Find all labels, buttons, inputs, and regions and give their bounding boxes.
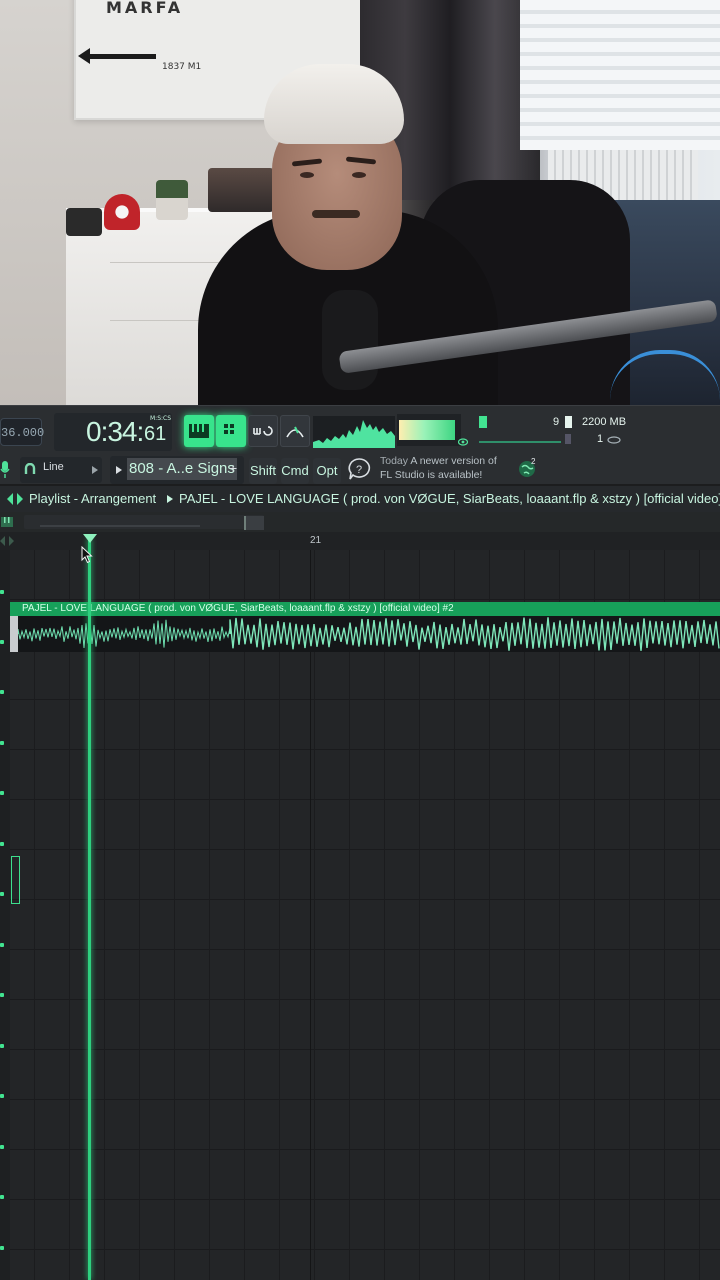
track-marker[interactable] (0, 993, 4, 997)
track-marker[interactable] (0, 842, 4, 846)
overview-line (40, 525, 200, 527)
opt-button[interactable]: Opt (313, 458, 341, 484)
news-day: Today (380, 455, 409, 467)
poster-small-text: 1837 M1 (162, 62, 202, 72)
playlist-titlebar[interactable]: Playlist - Arrangement PAJEL - LOVE LANG… (0, 486, 720, 512)
playhead-marker-icon[interactable] (83, 534, 97, 543)
meter-fill (399, 420, 455, 440)
playlist-grid[interactable] (0, 550, 720, 1280)
add-pattern-button[interactable]: + (229, 460, 237, 476)
polyphony-indicator (565, 434, 571, 444)
person-cap (264, 64, 404, 144)
track-marker[interactable] (0, 1145, 4, 1149)
transport-toolbar: 36.000 0:34: 61 M:S:CS 9 2200 MB 1 (0, 405, 720, 455)
memory-indicator (565, 416, 572, 428)
project-name: PAJEL - LOVE LANGUAGE ( prod. von VØGUE,… (179, 491, 720, 506)
track-marker[interactable] (0, 892, 4, 896)
polyphony-value: 1 (597, 433, 604, 445)
track-marker[interactable] (0, 1044, 4, 1048)
svg-text:?: ? (356, 464, 362, 476)
piano-keyboard-icon (189, 424, 209, 438)
loop-icon (253, 426, 273, 436)
metronome-icon (286, 426, 304, 438)
cmd-button[interactable]: Cmd (281, 458, 309, 484)
chevron-right-icon (92, 466, 98, 474)
tempo-display[interactable]: 36.000 (0, 418, 44, 446)
hint-bubble-icon[interactable]: ? (347, 457, 371, 481)
time-centiseconds: 61 (144, 423, 167, 445)
webcam-feed: MARFA 1837 M1 (0, 0, 720, 405)
metronome-button[interactable] (280, 415, 310, 447)
loop-record-button[interactable] (248, 415, 278, 447)
track-marker[interactable] (0, 690, 4, 694)
track-marker[interactable] (0, 1195, 4, 1199)
cpu-bar (479, 416, 487, 428)
timeline-ruler[interactable]: 21 (0, 532, 720, 550)
time-main: 0:34: (86, 416, 144, 447)
microphone (322, 290, 378, 390)
clip-waveform (18, 617, 720, 651)
audio-clip[interactable]: PAJEL - LOVE LANGUAGE ( prod. von VØGUE,… (10, 602, 720, 652)
step-grid-icon (224, 424, 234, 434)
track-marker[interactable] (0, 640, 4, 644)
news-panel[interactable]: Today A newer version of FL Studio is av… (380, 454, 510, 482)
track-marker[interactable] (0, 1246, 4, 1250)
selection-marker[interactable] (11, 856, 20, 904)
timeline-bar-number: 21 (310, 535, 322, 546)
bar-line (310, 550, 311, 1280)
track-marker[interactable] (0, 943, 4, 947)
oscilloscope (313, 416, 395, 448)
step-edit-button[interactable] (216, 415, 246, 447)
mushroom-figure (104, 194, 140, 230)
time-format-tag: M:S:CS (150, 415, 172, 422)
shelf-items (208, 168, 274, 212)
cpu-panel: 9 2200 MB 1 (479, 414, 629, 450)
typing-keyboard-button[interactable] (184, 415, 214, 447)
playlist-arrows-icon (7, 493, 23, 505)
clip-header[interactable]: PAJEL - LOVE LANGUAGE ( prod. von VØGUE,… (10, 602, 720, 616)
eye (300, 172, 314, 178)
poster-arrow-icon (78, 48, 156, 64)
pattern-name: 808 - A..e Signs (127, 458, 237, 480)
playhead[interactable] (88, 538, 91, 1280)
memory-value: 2200 MB (582, 416, 627, 428)
tools-toolbar: Line 808 - A..e Signs + Shift Cmd Opt ? … (0, 454, 720, 484)
mouse-cursor-icon (81, 546, 93, 564)
ruler-arrows-icon (0, 536, 14, 546)
cpu-line (479, 441, 561, 443)
polyphony-icon (607, 436, 621, 444)
snap-label: Line (43, 461, 64, 473)
eye (352, 172, 366, 178)
microphone-icon[interactable] (0, 459, 10, 479)
globe-badge: 2 (531, 457, 536, 466)
speaker (66, 208, 102, 236)
chevron-right-icon (167, 495, 173, 503)
track-marker[interactable] (0, 590, 4, 594)
cpu-value: 9 (553, 416, 560, 428)
poster-text: MARFA (106, 0, 184, 17)
shift-button[interactable]: Shift (249, 458, 277, 484)
mustache (312, 210, 360, 218)
magnet-icon (24, 463, 36, 474)
horizontal-scroller[interactable] (0, 512, 720, 532)
track-marker[interactable] (0, 791, 4, 795)
master-volume-meter (397, 414, 461, 446)
piano-roll-icon (1, 517, 13, 527)
eye-icon[interactable] (458, 438, 468, 446)
window-blinds (520, 0, 720, 150)
globe-icon[interactable]: 2 (517, 457, 539, 479)
playlist-title: Playlist - Arrangement (29, 491, 157, 506)
chevron-right-icon (116, 466, 122, 474)
plant-pot (156, 180, 188, 220)
clip-name: PAJEL - LOVE LANGUAGE ( prod. von VØGUE,… (22, 603, 454, 614)
track-marker[interactable] (0, 1094, 4, 1098)
track-gutter (0, 550, 10, 1280)
track-marker[interactable] (0, 741, 4, 745)
scroll-handle[interactable] (244, 516, 264, 530)
